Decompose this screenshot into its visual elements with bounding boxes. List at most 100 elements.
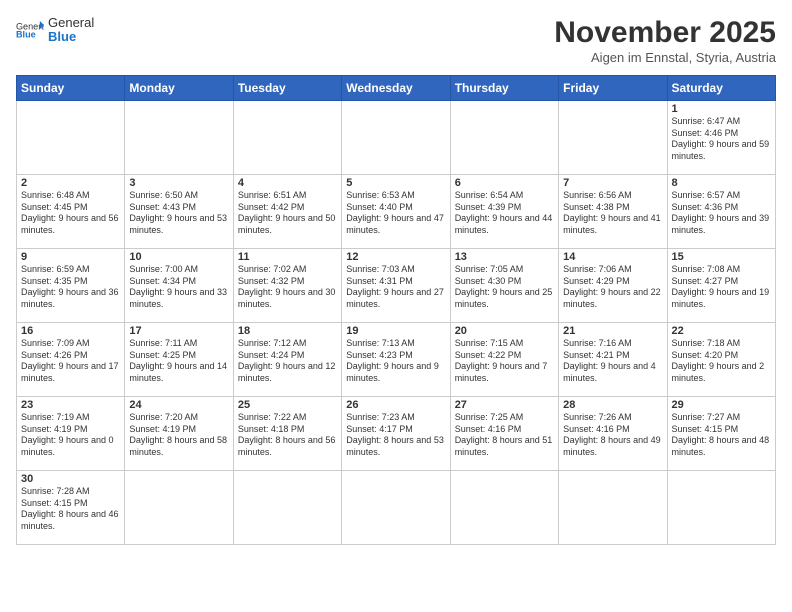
col-friday: Friday	[559, 76, 667, 101]
calendar-cell-1-6: 8Sunrise: 6:57 AM Sunset: 4:36 PM Daylig…	[667, 175, 775, 249]
day-number: 2	[21, 177, 120, 189]
day-info: Sunrise: 7:28 AM Sunset: 4:15 PM Dayligh…	[21, 486, 120, 533]
calendar-cell-0-6: 1Sunrise: 6:47 AM Sunset: 4:46 PM Daylig…	[667, 101, 775, 175]
day-info: Sunrise: 7:16 AM Sunset: 4:21 PM Dayligh…	[563, 338, 662, 385]
calendar-cell-4-0: 23Sunrise: 7:19 AM Sunset: 4:19 PM Dayli…	[17, 397, 125, 471]
calendar-cell-0-5	[559, 101, 667, 175]
day-number: 10	[129, 251, 228, 263]
day-number: 23	[21, 399, 120, 411]
day-number: 12	[346, 251, 445, 263]
calendar-cell-3-2: 18Sunrise: 7:12 AM Sunset: 4:24 PM Dayli…	[233, 323, 341, 397]
day-info: Sunrise: 7:13 AM Sunset: 4:23 PM Dayligh…	[346, 338, 445, 385]
day-info: Sunrise: 7:23 AM Sunset: 4:17 PM Dayligh…	[346, 412, 445, 459]
day-info: Sunrise: 7:18 AM Sunset: 4:20 PM Dayligh…	[672, 338, 771, 385]
calendar-cell-1-5: 7Sunrise: 6:56 AM Sunset: 4:38 PM Daylig…	[559, 175, 667, 249]
day-info: Sunrise: 7:20 AM Sunset: 4:19 PM Dayligh…	[129, 412, 228, 459]
day-number: 20	[455, 325, 554, 337]
col-monday: Monday	[125, 76, 233, 101]
day-number: 16	[21, 325, 120, 337]
day-info: Sunrise: 7:12 AM Sunset: 4:24 PM Dayligh…	[238, 338, 337, 385]
logo: General Blue General Blue	[16, 16, 94, 45]
day-info: Sunrise: 7:05 AM Sunset: 4:30 PM Dayligh…	[455, 264, 554, 311]
header: General Blue General Blue November 2025 …	[16, 16, 776, 65]
week-row-1: 2Sunrise: 6:48 AM Sunset: 4:45 PM Daylig…	[17, 175, 776, 249]
day-number: 30	[21, 473, 120, 485]
day-info: Sunrise: 6:47 AM Sunset: 4:46 PM Dayligh…	[672, 116, 771, 163]
calendar-cell-3-5: 21Sunrise: 7:16 AM Sunset: 4:21 PM Dayli…	[559, 323, 667, 397]
day-info: Sunrise: 7:02 AM Sunset: 4:32 PM Dayligh…	[238, 264, 337, 311]
day-number: 18	[238, 325, 337, 337]
col-sunday: Sunday	[17, 76, 125, 101]
calendar-cell-0-0	[17, 101, 125, 175]
calendar-cell-2-1: 10Sunrise: 7:00 AM Sunset: 4:34 PM Dayli…	[125, 249, 233, 323]
calendar-cell-0-4	[450, 101, 558, 175]
calendar-cell-2-2: 11Sunrise: 7:02 AM Sunset: 4:32 PM Dayli…	[233, 249, 341, 323]
title-section: November 2025 Aigen im Ennstal, Styria, …	[554, 16, 776, 65]
calendar-cell-5-5	[559, 471, 667, 545]
generalblue-logo-icon: General Blue	[16, 19, 44, 41]
day-info: Sunrise: 6:50 AM Sunset: 4:43 PM Dayligh…	[129, 190, 228, 237]
day-info: Sunrise: 7:00 AM Sunset: 4:34 PM Dayligh…	[129, 264, 228, 311]
calendar-cell-5-3	[342, 471, 450, 545]
calendar-cell-4-5: 28Sunrise: 7:26 AM Sunset: 4:16 PM Dayli…	[559, 397, 667, 471]
day-number: 6	[455, 177, 554, 189]
day-number: 3	[129, 177, 228, 189]
calendar-cell-1-2: 4Sunrise: 6:51 AM Sunset: 4:42 PM Daylig…	[233, 175, 341, 249]
col-tuesday: Tuesday	[233, 76, 341, 101]
day-number: 4	[238, 177, 337, 189]
day-info: Sunrise: 6:59 AM Sunset: 4:35 PM Dayligh…	[21, 264, 120, 311]
day-info: Sunrise: 7:25 AM Sunset: 4:16 PM Dayligh…	[455, 412, 554, 459]
calendar-cell-3-3: 19Sunrise: 7:13 AM Sunset: 4:23 PM Dayli…	[342, 323, 450, 397]
day-info: Sunrise: 7:11 AM Sunset: 4:25 PM Dayligh…	[129, 338, 228, 385]
col-wednesday: Wednesday	[342, 76, 450, 101]
calendar-cell-1-0: 2Sunrise: 6:48 AM Sunset: 4:45 PM Daylig…	[17, 175, 125, 249]
calendar-cell-3-4: 20Sunrise: 7:15 AM Sunset: 4:22 PM Dayli…	[450, 323, 558, 397]
day-number: 14	[563, 251, 662, 263]
day-info: Sunrise: 7:27 AM Sunset: 4:15 PM Dayligh…	[672, 412, 771, 459]
calendar-cell-3-6: 22Sunrise: 7:18 AM Sunset: 4:20 PM Dayli…	[667, 323, 775, 397]
day-number: 21	[563, 325, 662, 337]
day-info: Sunrise: 6:57 AM Sunset: 4:36 PM Dayligh…	[672, 190, 771, 237]
day-number: 11	[238, 251, 337, 263]
calendar-header-row: Sunday Monday Tuesday Wednesday Thursday…	[17, 76, 776, 101]
day-number: 24	[129, 399, 228, 411]
col-saturday: Saturday	[667, 76, 775, 101]
svg-text:Blue: Blue	[16, 30, 36, 40]
logo-blue: Blue	[48, 30, 94, 44]
calendar-cell-4-6: 29Sunrise: 7:27 AM Sunset: 4:15 PM Dayli…	[667, 397, 775, 471]
day-number: 7	[563, 177, 662, 189]
calendar-cell-0-2	[233, 101, 341, 175]
day-number: 28	[563, 399, 662, 411]
day-info: Sunrise: 6:53 AM Sunset: 4:40 PM Dayligh…	[346, 190, 445, 237]
day-info: Sunrise: 6:51 AM Sunset: 4:42 PM Dayligh…	[238, 190, 337, 237]
day-number: 1	[672, 103, 771, 115]
location-subtitle: Aigen im Ennstal, Styria, Austria	[554, 50, 776, 65]
day-info: Sunrise: 7:08 AM Sunset: 4:27 PM Dayligh…	[672, 264, 771, 311]
calendar-cell-5-1	[125, 471, 233, 545]
day-info: Sunrise: 7:22 AM Sunset: 4:18 PM Dayligh…	[238, 412, 337, 459]
calendar-cell-4-1: 24Sunrise: 7:20 AM Sunset: 4:19 PM Dayli…	[125, 397, 233, 471]
calendar-cell-2-4: 13Sunrise: 7:05 AM Sunset: 4:30 PM Dayli…	[450, 249, 558, 323]
day-number: 13	[455, 251, 554, 263]
logo-general: General	[48, 16, 94, 30]
day-info: Sunrise: 7:19 AM Sunset: 4:19 PM Dayligh…	[21, 412, 120, 459]
calendar-cell-1-1: 3Sunrise: 6:50 AM Sunset: 4:43 PM Daylig…	[125, 175, 233, 249]
calendar-cell-5-2	[233, 471, 341, 545]
day-number: 9	[21, 251, 120, 263]
week-row-2: 9Sunrise: 6:59 AM Sunset: 4:35 PM Daylig…	[17, 249, 776, 323]
calendar-cell-5-0: 30Sunrise: 7:28 AM Sunset: 4:15 PM Dayli…	[17, 471, 125, 545]
day-number: 19	[346, 325, 445, 337]
day-info: Sunrise: 6:54 AM Sunset: 4:39 PM Dayligh…	[455, 190, 554, 237]
calendar-cell-2-6: 15Sunrise: 7:08 AM Sunset: 4:27 PM Dayli…	[667, 249, 775, 323]
day-number: 26	[346, 399, 445, 411]
day-info: Sunrise: 6:48 AM Sunset: 4:45 PM Dayligh…	[21, 190, 120, 237]
day-info: Sunrise: 7:06 AM Sunset: 4:29 PM Dayligh…	[563, 264, 662, 311]
day-info: Sunrise: 7:15 AM Sunset: 4:22 PM Dayligh…	[455, 338, 554, 385]
day-number: 27	[455, 399, 554, 411]
day-number: 8	[672, 177, 771, 189]
week-row-3: 16Sunrise: 7:09 AM Sunset: 4:26 PM Dayli…	[17, 323, 776, 397]
calendar-cell-0-1	[125, 101, 233, 175]
calendar-table: Sunday Monday Tuesday Wednesday Thursday…	[16, 75, 776, 545]
day-info: Sunrise: 6:56 AM Sunset: 4:38 PM Dayligh…	[563, 190, 662, 237]
calendar-cell-5-4	[450, 471, 558, 545]
